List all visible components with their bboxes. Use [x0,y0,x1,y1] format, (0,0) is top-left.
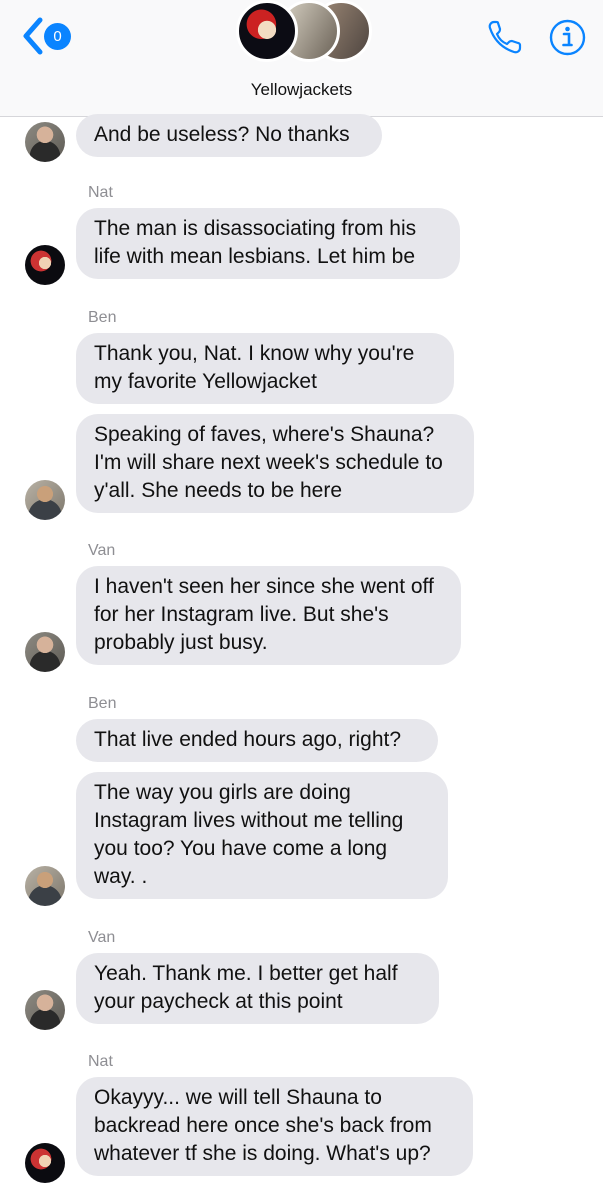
sender-name: Nat [88,1053,113,1070]
avatar-ben[interactable] [25,866,65,906]
chat-header: 0 Yellowjackets [0,0,603,117]
message-bubble[interactable]: Thank you, Nat. I know why you're my fav… [76,333,454,404]
message-bubble[interactable]: Yeah. Thank me. I better get half your p… [76,953,439,1024]
back-button[interactable]: 0 [20,16,71,56]
sender-name: Van [88,929,116,946]
message-bubble[interactable]: Okayyy... we will tell Shauna to backrea… [76,1077,473,1176]
unread-count-badge: 0 [44,22,71,50]
sender-name: Nat [88,184,113,201]
sender-name: Ben [88,309,117,326]
group-title[interactable]: Yellowjackets [0,80,603,100]
avatar-van[interactable] [25,122,65,162]
avatar-nat[interactable] [25,245,65,285]
avatar-van[interactable] [25,632,65,672]
sender-name: Van [88,542,116,559]
phone-icon[interactable] [486,18,524,56]
message-bubble[interactable]: The man is disassociating from his life … [76,208,460,279]
message-bubble[interactable]: Speaking of faves, where's Shauna? I'm w… [76,414,474,513]
avatar-van[interactable] [25,990,65,1030]
message-bubble[interactable]: The way you girls are doing Instagram li… [76,772,448,899]
avatar-ben[interactable] [25,480,65,520]
group-avatar-1 [236,0,298,62]
sender-name: Ben [88,695,117,712]
back-chevron-icon [23,17,43,55]
message-bubble[interactable]: I haven't seen her since she went off fo… [76,566,461,665]
group-avatars[interactable] [236,0,376,68]
info-icon[interactable] [549,19,586,56]
message-bubble[interactable]: And be useless? No thanks [76,114,382,157]
message-bubble[interactable]: That live ended hours ago, right? [76,719,438,762]
avatar-nat[interactable] [25,1143,65,1183]
